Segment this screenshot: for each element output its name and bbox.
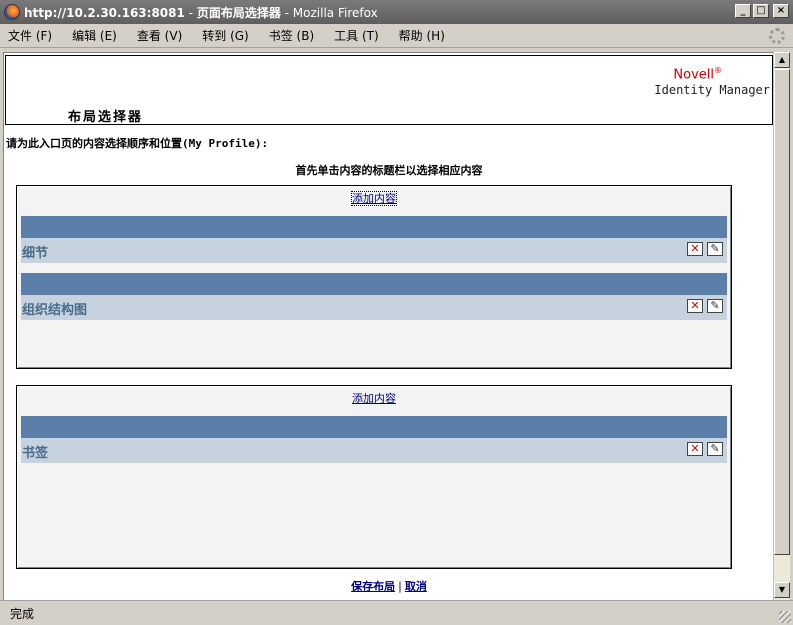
page-header: Novell® Identity Manager 布局选择器 bbox=[5, 55, 773, 125]
portlet-row[interactable]: 组织结构图 ✕ ✎ bbox=[21, 295, 727, 320]
product-name: Identity Manager bbox=[654, 83, 770, 97]
close-button[interactable]: × bbox=[773, 4, 789, 18]
add-content-link[interactable]: 添加内容 bbox=[17, 190, 731, 206]
portlet-row[interactable]: 细节 ✕ ✎ bbox=[21, 238, 727, 263]
scroll-down-icon[interactable]: ▼ bbox=[774, 582, 790, 598]
novell-logo: Novell® bbox=[673, 66, 722, 83]
delete-icon[interactable]: ✕ bbox=[687, 242, 703, 256]
edit-icon[interactable]: ✎ bbox=[707, 299, 723, 313]
portlet-row[interactable]: 书签 ✕ ✎ bbox=[21, 438, 727, 463]
page-content: Novell® Identity Manager 布局选择器 请为此入口页的内容… bbox=[3, 52, 773, 600]
resize-grip-icon[interactable] bbox=[779, 611, 791, 623]
delete-icon[interactable]: ✕ bbox=[687, 299, 703, 313]
footer-actions: 保存布局 | 取消 bbox=[4, 578, 773, 594]
portlet-name: 细节 bbox=[22, 246, 49, 261]
edit-icon[interactable]: ✎ bbox=[707, 242, 723, 256]
minimize-button[interactable]: _ bbox=[735, 4, 751, 18]
portlet-title-bar[interactable] bbox=[21, 216, 727, 238]
status-text: 完成 bbox=[10, 606, 35, 621]
layout-container-1: 添加内容 细节 ✕ ✎ 组织结构图 ✕ ✎ bbox=[16, 185, 732, 369]
menu-edit[interactable]: 编辑 (E) bbox=[70, 27, 119, 44]
portlet-name: 书签 bbox=[22, 446, 49, 461]
portlet-title-bar[interactable] bbox=[21, 416, 727, 438]
instruction-text: 请为此入口页的内容选择顺序和位置(My Profile): bbox=[6, 137, 269, 150]
cancel-link[interactable]: 取消 bbox=[405, 580, 427, 593]
menu-bookmarks[interactable]: 书签 (B) bbox=[267, 27, 316, 44]
menu-go[interactable]: 转到 (G) bbox=[200, 27, 250, 44]
footer-separator: | bbox=[398, 580, 402, 593]
maximize-button[interactable]: □ bbox=[753, 4, 769, 18]
menu-file[interactable]: 文件 (F) bbox=[6, 27, 54, 44]
sub-instruction-text: 首先单击内容的标题栏以选择相应内容 bbox=[295, 164, 483, 177]
edit-icon[interactable]: ✎ bbox=[707, 442, 723, 456]
menu-bar: 文件 (F) 编辑 (E) 查看 (V) 转到 (G) 书签 (B) 工具 (T… bbox=[0, 24, 793, 48]
delete-icon[interactable]: ✕ bbox=[687, 442, 703, 456]
window-titlebar: http://10.2.30.163:8081 - 页面布局选择器 - Mozi… bbox=[0, 0, 793, 24]
portlet[interactable]: 细节 ✕ ✎ bbox=[21, 216, 727, 263]
portlet[interactable]: 书签 ✕ ✎ bbox=[21, 416, 727, 463]
status-bar: 完成 bbox=[0, 600, 793, 625]
portlet-name: 组织结构图 bbox=[22, 303, 88, 318]
scroll-up-icon[interactable]: ▲ bbox=[774, 52, 790, 68]
page-title: 布局选择器 bbox=[68, 110, 144, 125]
window-title: http://10.2.30.163:8081 - 页面布局选择器 - Mozi… bbox=[24, 5, 378, 20]
add-content-link[interactable]: 添加内容 bbox=[17, 390, 731, 406]
menu-view[interactable]: 查看 (V) bbox=[135, 27, 184, 44]
portlet[interactable]: 组织结构图 ✕ ✎ bbox=[21, 273, 727, 320]
save-layout-link[interactable]: 保存布局 bbox=[351, 580, 395, 593]
vertical-scrollbar[interactable]: ▲ ▼ bbox=[773, 52, 790, 600]
layout-container-2: 添加内容 书签 ✕ ✎ bbox=[16, 385, 732, 569]
menu-help[interactable]: 帮助 (H) bbox=[397, 27, 447, 44]
menu-tools[interactable]: 工具 (T) bbox=[332, 27, 381, 44]
firefox-icon bbox=[4, 4, 20, 20]
throbber-icon bbox=[769, 28, 785, 44]
scroll-thumb[interactable] bbox=[774, 69, 790, 555]
portlet-title-bar[interactable] bbox=[21, 273, 727, 295]
